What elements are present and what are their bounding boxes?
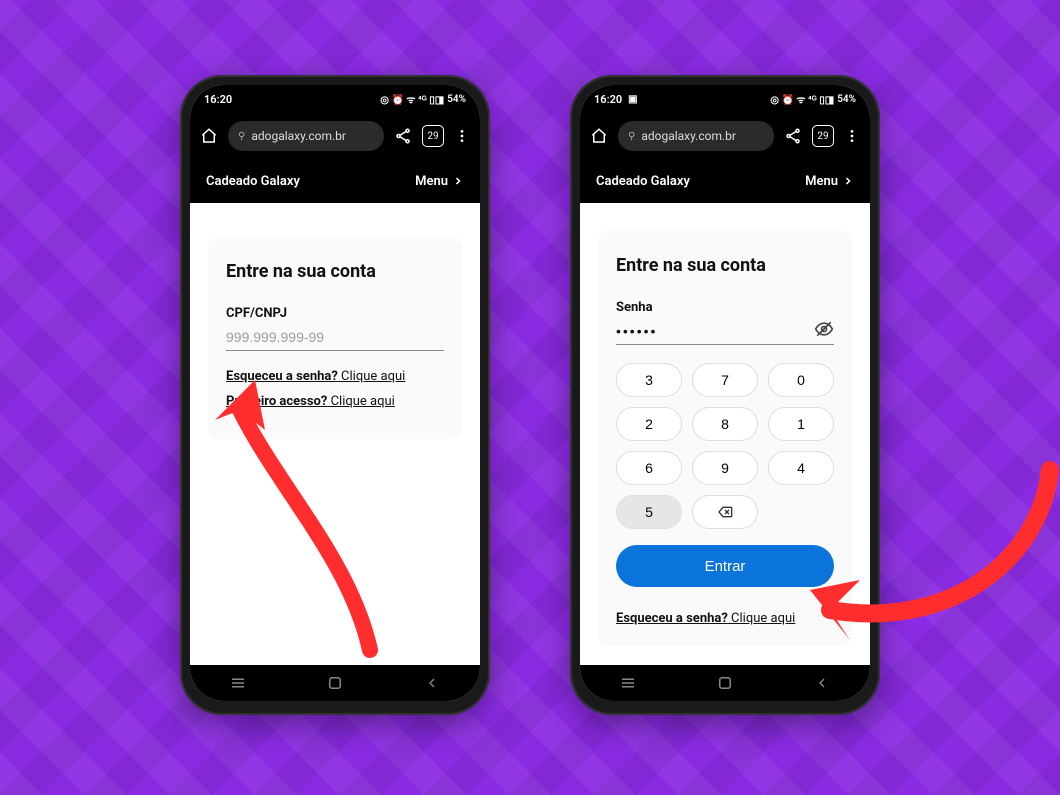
back-button[interactable] bbox=[810, 671, 834, 695]
forgot-password-rest: Clique aqui bbox=[338, 369, 405, 384]
recents-button[interactable] bbox=[226, 671, 250, 695]
page-content-left: Entre na sua conta CPF/CNPJ Esqueceu a s… bbox=[190, 203, 480, 665]
more-icon[interactable] bbox=[844, 128, 860, 144]
browser-bar: ⚲ adogalaxy.com.br 29 bbox=[190, 113, 480, 159]
home-button[interactable] bbox=[713, 671, 737, 695]
keypad-key[interactable]: 6 bbox=[616, 451, 682, 485]
first-access-rest: Clique aqui bbox=[327, 394, 394, 409]
backspace-icon bbox=[715, 504, 735, 520]
battery-text: 54% bbox=[447, 94, 466, 105]
forgot-password-bold: Esqueceu a senha? bbox=[226, 369, 338, 384]
recents-button[interactable] bbox=[616, 671, 640, 695]
keypad-key[interactable]: 2 bbox=[616, 407, 682, 441]
back-button[interactable] bbox=[420, 671, 444, 695]
home-icon[interactable] bbox=[200, 127, 218, 145]
url-text: adogalaxy.com.br bbox=[641, 129, 736, 143]
chevron-right-icon bbox=[452, 175, 464, 187]
login-card: Entre na sua conta CPF/CNPJ Esqueceu a s… bbox=[208, 237, 462, 439]
screen-right: 16:20 ▣ ◎ ⏰ ᯤ ⁴ᴳ ▯◨ 54% ⚲ adogalaxy.com.… bbox=[580, 85, 870, 701]
url-bar[interactable]: ⚲ adogalaxy.com.br bbox=[618, 121, 774, 151]
status-time: 16:20 bbox=[204, 93, 232, 106]
site-title: Cadeado Galaxy bbox=[206, 174, 300, 189]
tab-count[interactable]: 29 bbox=[812, 125, 834, 147]
url-bar[interactable]: ⚲ adogalaxy.com.br bbox=[228, 121, 384, 151]
first-access-bold: Primeiro acesso? bbox=[226, 394, 327, 409]
password-field-wrap bbox=[616, 321, 834, 345]
android-nav bbox=[190, 665, 480, 701]
cpf-input[interactable] bbox=[226, 329, 444, 345]
site-settings-icon: ⚲ bbox=[238, 131, 245, 142]
more-icon[interactable] bbox=[454, 128, 470, 144]
status-indicators: ◎ ⏰ ᯤ ⁴ᴳ ▯◨ bbox=[770, 92, 834, 106]
page-title: Entre na sua conta bbox=[616, 255, 834, 276]
keypad-key[interactable]: 7 bbox=[692, 363, 758, 397]
site-title: Cadeado Galaxy bbox=[596, 174, 690, 189]
site-header: Cadeado Galaxy Menu bbox=[580, 159, 870, 203]
home-button[interactable] bbox=[323, 671, 347, 695]
menu-button[interactable]: Menu bbox=[805, 174, 854, 189]
site-header: Cadeado Galaxy Menu bbox=[190, 159, 480, 203]
page-content-right: Entre na sua conta Senha 3 7 0 2 8 1 6 bbox=[580, 203, 870, 665]
share-icon[interactable] bbox=[394, 127, 412, 145]
password-label: Senha bbox=[616, 300, 834, 315]
keypad-key[interactable]: 5 bbox=[616, 495, 682, 529]
site-settings-icon: ⚲ bbox=[628, 131, 635, 142]
browser-bar: ⚲ adogalaxy.com.br 29 bbox=[580, 113, 870, 159]
login-card: Entre na sua conta Senha 3 7 0 2 8 1 6 bbox=[598, 231, 852, 646]
tab-count[interactable]: 29 bbox=[422, 125, 444, 147]
keypad-key[interactable]: 3 bbox=[616, 363, 682, 397]
android-nav bbox=[580, 665, 870, 701]
menu-button[interactable]: Menu bbox=[415, 174, 464, 189]
phone-left: 16:20 ◎ ⏰ ᯤ ⁴ᴳ ▯◨ 54% ⚲ adogalaxy.com.br… bbox=[180, 75, 490, 715]
home-icon[interactable] bbox=[590, 127, 608, 145]
cpf-label: CPF/CNPJ bbox=[226, 306, 444, 321]
forgot-password-link[interactable]: Esqueceu a senha? Clique aqui bbox=[226, 369, 444, 384]
forgot-password-rest: Clique aqui bbox=[728, 611, 795, 626]
camera-hole bbox=[719, 93, 731, 105]
keypad-key[interactable]: 0 bbox=[768, 363, 834, 397]
numeric-keypad: 3 7 0 2 8 1 6 9 4 5 bbox=[616, 363, 834, 529]
keypad-key[interactable]: 8 bbox=[692, 407, 758, 441]
page-title: Entre na sua conta bbox=[226, 261, 444, 282]
visibility-toggle-icon[interactable] bbox=[814, 319, 834, 343]
phone-right: 16:20 ▣ ◎ ⏰ ᯤ ⁴ᴳ ▯◨ 54% ⚲ adogalaxy.com.… bbox=[570, 75, 880, 715]
submit-button[interactable]: Entrar bbox=[616, 545, 834, 587]
status-time: 16:20 bbox=[594, 93, 622, 106]
forgot-password-bold: Esqueceu a senha? bbox=[616, 611, 728, 626]
first-access-link[interactable]: Primeiro acesso? Clique aqui bbox=[226, 394, 444, 409]
keypad-backspace[interactable] bbox=[692, 495, 758, 529]
cpf-field-wrap bbox=[226, 327, 444, 351]
keypad-key[interactable]: 1 bbox=[768, 407, 834, 441]
chevron-right-icon bbox=[842, 175, 854, 187]
menu-label: Menu bbox=[415, 174, 448, 189]
url-text: adogalaxy.com.br bbox=[251, 129, 346, 143]
menu-label: Menu bbox=[805, 174, 838, 189]
password-input[interactable] bbox=[616, 323, 834, 339]
share-icon[interactable] bbox=[784, 127, 802, 145]
camera-hole bbox=[329, 93, 341, 105]
background-pattern bbox=[0, 0, 1060, 795]
battery-text: 54% bbox=[837, 94, 856, 105]
status-indicators: ◎ ⏰ ᯤ ⁴ᴳ ▯◨ bbox=[380, 92, 444, 106]
screen-left: 16:20 ◎ ⏰ ᯤ ⁴ᴳ ▯◨ 54% ⚲ adogalaxy.com.br… bbox=[190, 85, 480, 701]
keypad-key[interactable]: 4 bbox=[768, 451, 834, 485]
forgot-password-link[interactable]: Esqueceu a senha? Clique aqui bbox=[616, 611, 834, 626]
keypad-key[interactable]: 9 bbox=[692, 451, 758, 485]
image-icon: ▣ bbox=[628, 94, 637, 105]
